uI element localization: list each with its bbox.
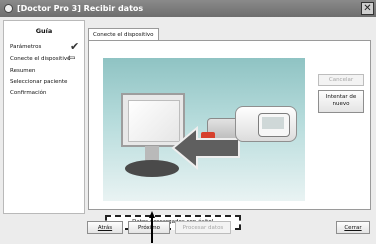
pointer-arrow-icon (149, 211, 155, 243)
sidebar-item-label: Seleccionar paciente (10, 79, 68, 85)
sidebar-item-conecte: Conecte el dispositivo (10, 56, 71, 62)
connection-illustration (103, 58, 305, 201)
main-area: Conecte el dispositivo Cancelar Intentar… (88, 20, 372, 230)
process-data-button[interactable]: Procesar datos (175, 221, 231, 234)
content-panel: Cancelar Intentar de nuevo Datos descarg… (88, 40, 371, 230)
check-icon: ✔ (70, 40, 80, 53)
sidebar-item-label: Parámetros (10, 44, 42, 50)
close-button[interactable]: Cerrar (336, 221, 370, 234)
sidebar-item-parametros: Parámetros (10, 44, 41, 50)
app-icon (4, 4, 13, 13)
sidebar-item-resumen: Resumen (10, 68, 36, 74)
sidebar-item-label: Confirmación (10, 90, 47, 96)
back-button[interactable]: Atrás (87, 221, 123, 234)
app-window: [Doctor Pro 3] Recibir datos ✕ Guía Pará… (0, 0, 376, 244)
sidebar-item-label: Conecte el dispositivo (10, 56, 71, 62)
transfer-arrow-icon (171, 126, 240, 170)
window-title: [Doctor Pro 3] Recibir datos (17, 4, 144, 13)
sidebar-item-label: Resumen (10, 68, 36, 74)
close-window-button[interactable]: ✕ (361, 2, 374, 15)
sidebar-item-seleccionar-paciente: Seleccionar paciente (10, 79, 67, 85)
title-bar: [Doctor Pro 3] Recibir datos ✕ (0, 0, 376, 17)
guide-sidebar: Guía Parámetros ✔ Conecte el dispositivo… (3, 20, 85, 214)
device-digits (262, 117, 284, 129)
sidebar-item-confirmacion: Confirmación (10, 90, 46, 96)
arrow-left-icon: ⇦ (67, 53, 76, 64)
guide-heading: Guía (35, 27, 53, 35)
cancel-button[interactable]: Cancelar (318, 74, 364, 86)
footer-bar: Atrás Próximo Procesar datos Cerrar (0, 214, 376, 244)
blood-pressure-monitor-image (235, 106, 297, 142)
retry-button[interactable]: Intentar de nuevo (318, 90, 364, 113)
